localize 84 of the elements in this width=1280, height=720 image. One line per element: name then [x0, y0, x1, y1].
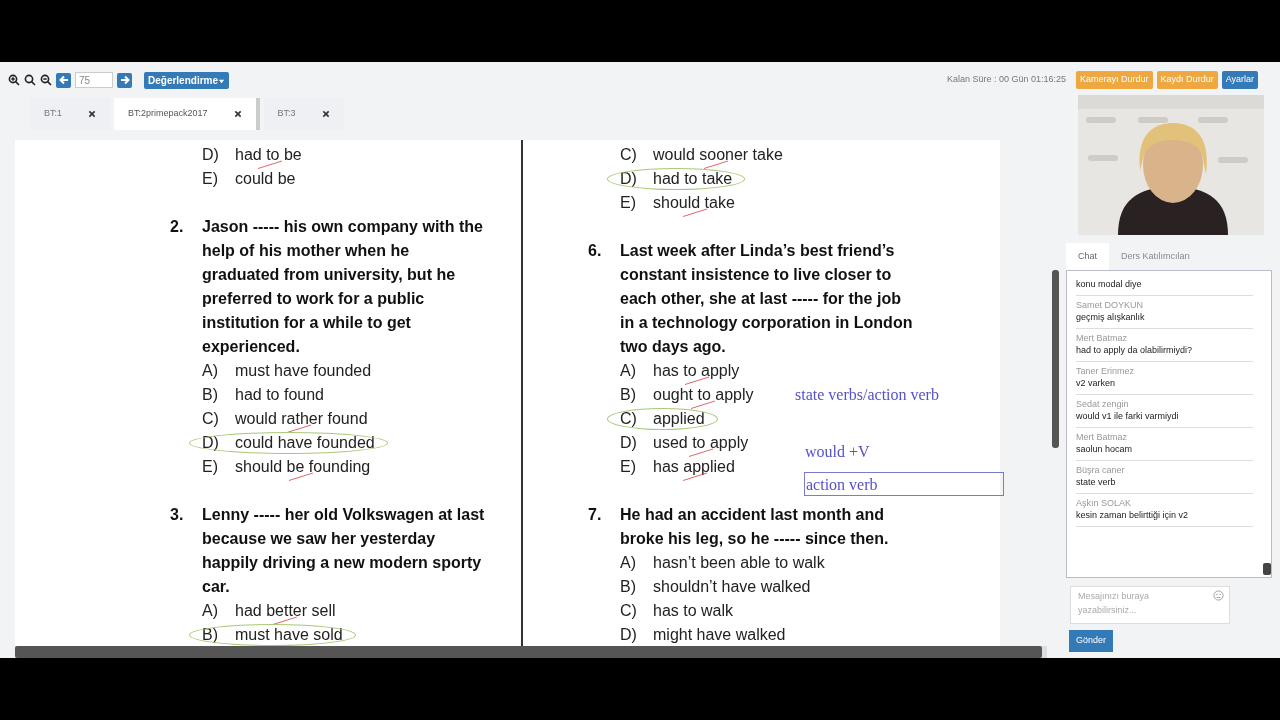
- session-button[interactable]: Ayarlar: [1221, 71, 1258, 89]
- answer-option: C) has to walk: [620, 599, 734, 623]
- message-author: Büşra caner: [1076, 464, 1126, 476]
- answer-option: B) must have sold: [188, 623, 357, 646]
- question-text: He had an accident last month and: [620, 505, 886, 525]
- message-text: konu modal diye: [1076, 278, 1143, 291]
- close-icon[interactable]: [233, 110, 242, 118]
- right-arrow-icon: [118, 74, 131, 86]
- horizontal-scrollbar[interactable]: [15, 646, 1047, 658]
- question-text: broke his leg, so he ----- since then.: [620, 529, 889, 549]
- chat-tab[interactable]: Ders Katılımcıları: [1109, 243, 1203, 270]
- question-text: happily driving a new modern sporty: [202, 553, 483, 573]
- answer-option: E) has applied: [620, 455, 735, 479]
- document-tab[interactable]: BT:1: [30, 98, 110, 130]
- question-text: each other, she at last ----- for the job: [620, 289, 902, 309]
- search-icon[interactable]: [24, 74, 36, 86]
- annotation-text-box[interactable]: action verb: [804, 472, 1004, 496]
- question-text: two days ago.: [620, 337, 727, 357]
- message-author: Mert Batmaz: [1076, 332, 1128, 344]
- document-tab[interactable]: BT:2primepack2017: [114, 98, 260, 130]
- answer-option: D) had to be: [202, 143, 302, 167]
- question-text: preferred to work for a public: [202, 289, 426, 309]
- evaluation-menu-button[interactable]: Değerlendirme: [144, 71, 230, 89]
- question-text: because we saw her yesterday: [202, 529, 437, 549]
- question-text: help of his mother when he: [202, 241, 411, 261]
- chat-tab[interactable]: Chat: [1066, 243, 1109, 270]
- message-text: had to apply da olabilirmiydi?: [1076, 344, 1194, 357]
- message-author: Taner Erinmez: [1076, 365, 1136, 377]
- close-icon[interactable]: [321, 110, 330, 118]
- message-input[interactable]: Mesajınızı buraya yazabilirsiniz...: [1070, 586, 1230, 624]
- handwritten-note: state verbs/action verb: [795, 385, 939, 405]
- message-author: Aşkın SOLAK: [1076, 497, 1133, 509]
- answer-option: E) should take: [620, 191, 735, 215]
- question-text: experienced.: [202, 337, 301, 357]
- left-arrow-icon: [57, 74, 70, 86]
- message-text: v2 varken: [1076, 377, 1117, 390]
- answer-option: A) must have founded: [202, 359, 372, 383]
- handwritten-note: would +V: [805, 442, 870, 462]
- answer-option: A) hasn’t been able to walk: [620, 551, 825, 575]
- answer-option: D) could have founded: [188, 431, 389, 455]
- question-text: Jason ----- his own company with the: [202, 217, 483, 237]
- question-text: institution for a while to get: [202, 313, 412, 333]
- message-text: kesin zaman belirttiği için v2: [1076, 509, 1190, 522]
- answer-option: B) had to found: [202, 383, 324, 407]
- answer-option: D) might have walked: [620, 623, 786, 646]
- previous-page-button[interactable]: [56, 72, 71, 88]
- question-text: constant insistence to live closer to: [620, 265, 893, 285]
- next-page-button[interactable]: [117, 72, 132, 88]
- answer-option: D) used to apply: [620, 431, 749, 455]
- question-number: 2.: [170, 217, 185, 237]
- message-author: Samet DOYKUN: [1076, 299, 1145, 311]
- message-text: would v1 ile farki varmiydi: [1076, 410, 1180, 423]
- question-text: Lenny ----- her old Volkswagen at last: [202, 505, 485, 525]
- page-number-field[interactable]: 75: [75, 72, 113, 88]
- caret-icon: [218, 77, 226, 85]
- zoom-in-icon[interactable]: [8, 74, 20, 86]
- close-icon[interactable]: [88, 110, 96, 118]
- question-number: 3.: [170, 505, 185, 525]
- question-text: graduated from university, but he: [202, 265, 457, 285]
- answer-option: B) ought to apply: [620, 383, 754, 407]
- answer-option: C) applied: [606, 407, 719, 431]
- question-text: in a technology corporation in London: [620, 313, 913, 333]
- document-tab[interactable]: BT:3: [263, 98, 344, 130]
- answer-option: A) has to apply: [620, 359, 740, 383]
- answer-option: A) had better sell: [202, 599, 336, 623]
- answer-option: E) could be: [202, 167, 296, 191]
- message-text: saolun hocam: [1076, 443, 1134, 456]
- answer-option: E) should be founding: [202, 455, 371, 479]
- question-number: 6.: [588, 241, 603, 261]
- answer-option: B) shouldn’t have walked: [620, 575, 811, 599]
- question-text: Last week after Linda’s best friend’s: [620, 241, 896, 261]
- send-button[interactable]: Gönder: [1069, 630, 1114, 652]
- question-text: car.: [202, 577, 231, 597]
- message-author: Sedat zengin: [1076, 398, 1130, 410]
- answer-option: C) would sooner take: [620, 143, 783, 167]
- message-text: geçmiş alışkanlık: [1076, 311, 1146, 324]
- message-text: state verb: [1076, 476, 1117, 489]
- answer-option: C) would rather found: [202, 407, 368, 431]
- zoom-out-icon[interactable]: [40, 74, 52, 86]
- message-author: Mert Batmaz: [1076, 431, 1128, 443]
- question-number: 7.: [588, 505, 603, 525]
- chat-scrollbar[interactable]: [1263, 563, 1271, 575]
- remaining-time: Kalan Süre : 00 Gün 01:16:25: [947, 73, 1067, 87]
- answer-option: D) had to take: [606, 167, 747, 191]
